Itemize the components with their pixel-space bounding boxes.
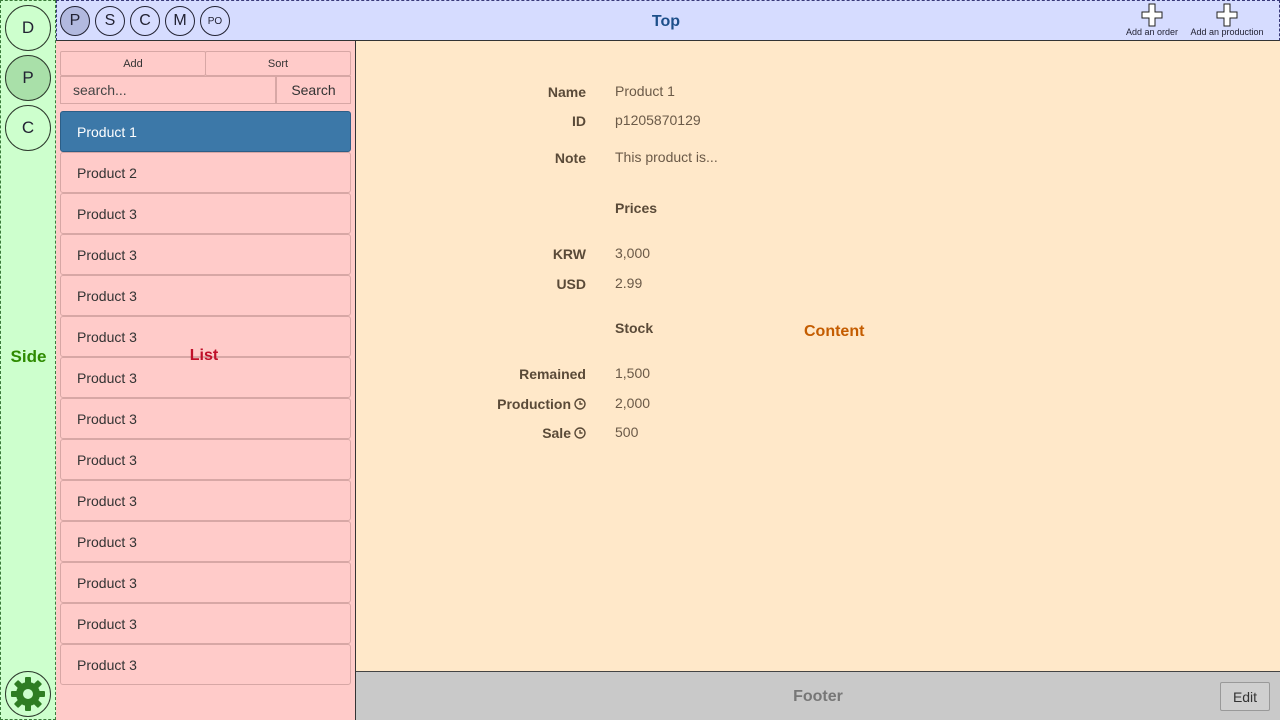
side-button-p[interactable]: P (5, 55, 51, 101)
remained-label: Remained (519, 366, 586, 382)
side-label: Side (10, 347, 47, 366)
remained-value: 1,500 (615, 365, 651, 381)
sort-button[interactable]: Sort (205, 51, 351, 76)
add-order-label: Add an order (1125, 27, 1179, 37)
list-item[interactable]: Product 3 (60, 316, 351, 357)
plus-icon (1141, 3, 1163, 27)
production-label: Production (497, 396, 571, 412)
gear-icon (11, 677, 45, 711)
edit-button[interactable]: Edit (1220, 682, 1270, 711)
content-label: Content (804, 323, 865, 340)
sale-value: 500 (615, 424, 639, 440)
add-production-label: Add an production (1190, 27, 1264, 37)
clock-icon (574, 427, 586, 439)
search-input[interactable] (60, 76, 276, 104)
clock-icon (574, 398, 586, 410)
usd-label: USD (556, 276, 586, 292)
prices-heading: Prices (615, 200, 658, 216)
list-item[interactable]: Product 3 (60, 644, 351, 685)
list-panel: Add Sort Search Product 1 Product 2 Prod… (56, 41, 356, 720)
list-item[interactable]: Product 3 (60, 357, 351, 398)
top-bar: P S C M PO Top Add an order Add an produ… (56, 0, 1280, 41)
list-item[interactable]: Product 2 (60, 152, 351, 193)
side-panel: D P C Side (0, 0, 56, 720)
side-button-d[interactable]: D (5, 5, 51, 51)
settings-button[interactable] (5, 671, 51, 717)
stock-heading: Stock (615, 320, 654, 336)
list-item[interactable]: Product 3 (60, 562, 351, 603)
footer: Footer Edit (356, 671, 1280, 720)
list-item[interactable]: Product 3 (60, 234, 351, 275)
id-label: ID (572, 113, 586, 129)
plus-icon (1216, 3, 1238, 27)
list-item[interactable]: Product 3 (60, 521, 351, 562)
id-value: p1205870129 (615, 112, 701, 128)
usd-value: 2.99 (615, 275, 643, 291)
name-label: Name (547, 84, 586, 100)
top-label: Top (651, 13, 681, 30)
list-item[interactable]: Product 3 (60, 603, 351, 644)
name-value: Product 1 (615, 83, 675, 99)
krw-value: 3,000 (615, 245, 651, 261)
side-button-c[interactable]: C (5, 105, 51, 151)
production-value: 2,000 (615, 395, 651, 411)
list-item[interactable]: Product 3 (60, 480, 351, 521)
list-item[interactable]: Product 3 (60, 275, 351, 316)
add-order-button[interactable]: Add an order (1123, 3, 1181, 37)
krw-label: KRW (552, 246, 586, 262)
list-item[interactable]: Product 1 (60, 111, 351, 152)
product-list: Product 1 Product 2 Product 3 Product 3 … (60, 111, 351, 685)
add-button[interactable]: Add (60, 51, 206, 76)
footer-label: Footer (793, 688, 843, 705)
content-panel: Name Product 1 ID p1205870129 Note This … (356, 41, 1280, 671)
sale-field-label: Sale (542, 425, 586, 441)
add-production-button[interactable]: Add an production (1187, 3, 1267, 37)
note-value: This product is... (615, 149, 718, 165)
production-field-label: Production (497, 396, 586, 412)
search-button[interactable]: Search (276, 76, 351, 104)
list-item[interactable]: Product 3 (60, 398, 351, 439)
list-item[interactable]: Product 3 (60, 193, 351, 234)
list-item[interactable]: Product 3 (60, 439, 351, 480)
note-label: Note (554, 150, 586, 166)
sale-label: Sale (542, 425, 571, 441)
